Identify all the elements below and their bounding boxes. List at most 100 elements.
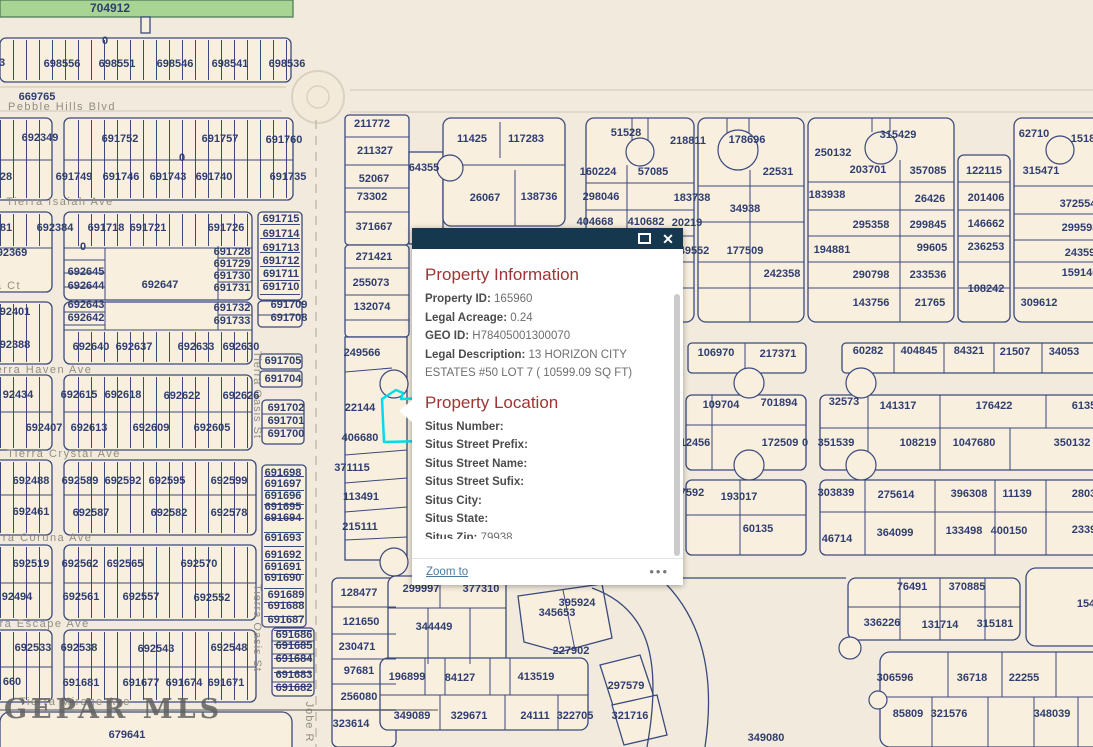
- parcel-label: 299598: [1062, 222, 1093, 234]
- parcel-label: 108219: [900, 437, 937, 449]
- parcel-label: 298046: [583, 191, 620, 203]
- parcel-label: 106970: [698, 347, 735, 359]
- parcel-label: 84321: [954, 345, 985, 357]
- parcel-label: 24111: [520, 710, 549, 722]
- parcel-label: 315471: [1023, 165, 1060, 177]
- parcel-label: 410682: [628, 216, 665, 228]
- parcel-label: 322705: [557, 710, 594, 722]
- parcel-label: 12456: [680, 437, 711, 449]
- close-button[interactable]: ✕: [661, 232, 675, 246]
- parcel-label: 227902: [553, 645, 590, 657]
- parcel-label: 691710: [263, 281, 300, 293]
- parcel-label: 26067: [470, 192, 501, 204]
- parcel-label: 109704: [703, 399, 740, 411]
- parcel-label: 698541: [212, 58, 249, 70]
- parcel-label: 84127: [445, 672, 476, 684]
- parcel-label: 691726: [208, 222, 245, 234]
- parcel-label: 691731: [214, 282, 251, 294]
- parcel-label: 692552: [194, 592, 231, 604]
- parcel-label: 692548: [211, 642, 248, 654]
- parcel-label: 698551: [99, 58, 136, 70]
- parcel-label: 297579: [608, 680, 645, 692]
- parcel-label: 315429: [880, 129, 917, 141]
- zoom-to-link[interactable]: Zoom to: [426, 566, 468, 578]
- parcel-label: 24359: [1065, 247, 1093, 259]
- maximize-button[interactable]: [637, 232, 651, 246]
- parcel-label: 178696: [729, 134, 766, 146]
- parcel-label: 32573: [829, 396, 860, 408]
- parcel-label: 128477: [341, 587, 378, 599]
- parcel-label: 196899: [389, 671, 426, 683]
- parcel-label: 92369: [0, 247, 27, 259]
- parcel-label: 348039: [1034, 708, 1071, 720]
- parcel-label: 233536: [910, 269, 947, 281]
- parcel-label: 22144: [345, 402, 376, 414]
- parcel-label: 692589: [62, 475, 99, 487]
- parcel-label: 371667: [356, 221, 393, 233]
- parcel-label: 691760: [266, 134, 303, 146]
- parcel-label: 99605: [917, 242, 948, 254]
- parcel-label: 692630: [223, 341, 260, 353]
- popup-scrollbar-thumb[interactable]: [674, 294, 680, 556]
- parcel-label: 211327: [357, 145, 393, 157]
- parcel-label: 0: [179, 152, 185, 164]
- parcel-label: 692605: [194, 422, 231, 434]
- parcel-label: 146662: [968, 218, 1005, 230]
- parcel-label: 692533: [15, 642, 52, 654]
- parcel-label: 57085: [638, 166, 669, 178]
- parcel-label: 0: [102, 35, 108, 47]
- parcel-label: 306596: [877, 672, 914, 684]
- parcel-label: 669765: [19, 91, 56, 103]
- street-label: erra Haven Ave: [0, 364, 92, 376]
- parcel-label: 177509: [727, 245, 764, 257]
- parcel-label: 692647: [142, 279, 179, 291]
- parcel-label: 357085: [910, 165, 947, 177]
- parcel-label: 691671: [208, 677, 245, 689]
- parcel-label: 691709: [271, 299, 308, 311]
- popup-footer: Zoom to •••: [412, 558, 683, 585]
- parcel-label: 242358: [764, 268, 801, 280]
- parcel-label: 275614: [878, 489, 915, 501]
- parcel-label: 692561: [63, 591, 100, 603]
- parcel-label: 194881: [814, 244, 851, 256]
- parcel-label: 692407: [26, 422, 63, 434]
- parcel-label: 692349: [22, 132, 59, 144]
- parcel-label: 26426: [915, 193, 946, 205]
- parcel-label: 22531: [763, 166, 794, 178]
- parcel-label: 692570: [181, 558, 218, 570]
- parcel-label: 255073: [353, 277, 390, 289]
- parcel-label: 691711: [263, 268, 299, 280]
- popup-pointer: [399, 400, 412, 422]
- parcel-label: 49552: [679, 245, 710, 257]
- parcel-label: 371115: [334, 462, 370, 474]
- parcel-label: 692599: [211, 475, 248, 487]
- parcel-label: 138736: [521, 191, 558, 203]
- parcel-label: 406680: [342, 432, 379, 444]
- parcel-label: 22255: [1009, 672, 1040, 684]
- parcel-label: 11139: [1002, 488, 1031, 500]
- parcel-label: 3: [0, 57, 5, 69]
- parcel-label: 290798: [853, 269, 890, 281]
- parcel-label: 691692: [265, 549, 302, 561]
- parcel-label: 0: [802, 437, 808, 449]
- parcel-label: 691712: [263, 255, 300, 267]
- parcel-label: 691757: [202, 133, 239, 145]
- parcel-label: 329671: [451, 710, 488, 722]
- parcel-label: 660: [3, 676, 21, 688]
- parcel-label: 692582: [151, 507, 188, 519]
- parcel-label: 92434: [3, 389, 34, 401]
- parcel-label: 404845: [901, 345, 938, 357]
- parcel-label: 2339: [1072, 524, 1093, 536]
- popup-field: Situs Street Name:: [425, 455, 637, 474]
- parcel-label: 113491: [343, 491, 379, 503]
- parcel-label: 34053: [1049, 346, 1080, 358]
- parcel-label: 52067: [359, 173, 390, 185]
- parcel-label: 73302: [357, 191, 388, 203]
- street-label: rra Coruna Ave: [0, 532, 92, 544]
- parcel-label: 691674: [166, 677, 203, 689]
- more-options-button[interactable]: •••: [649, 567, 669, 577]
- parcel-label: 704912: [90, 1, 130, 15]
- parcel-label: 1047680: [953, 437, 996, 449]
- parcel-label: 64355: [409, 162, 440, 174]
- parcel-label: 691700: [268, 428, 305, 440]
